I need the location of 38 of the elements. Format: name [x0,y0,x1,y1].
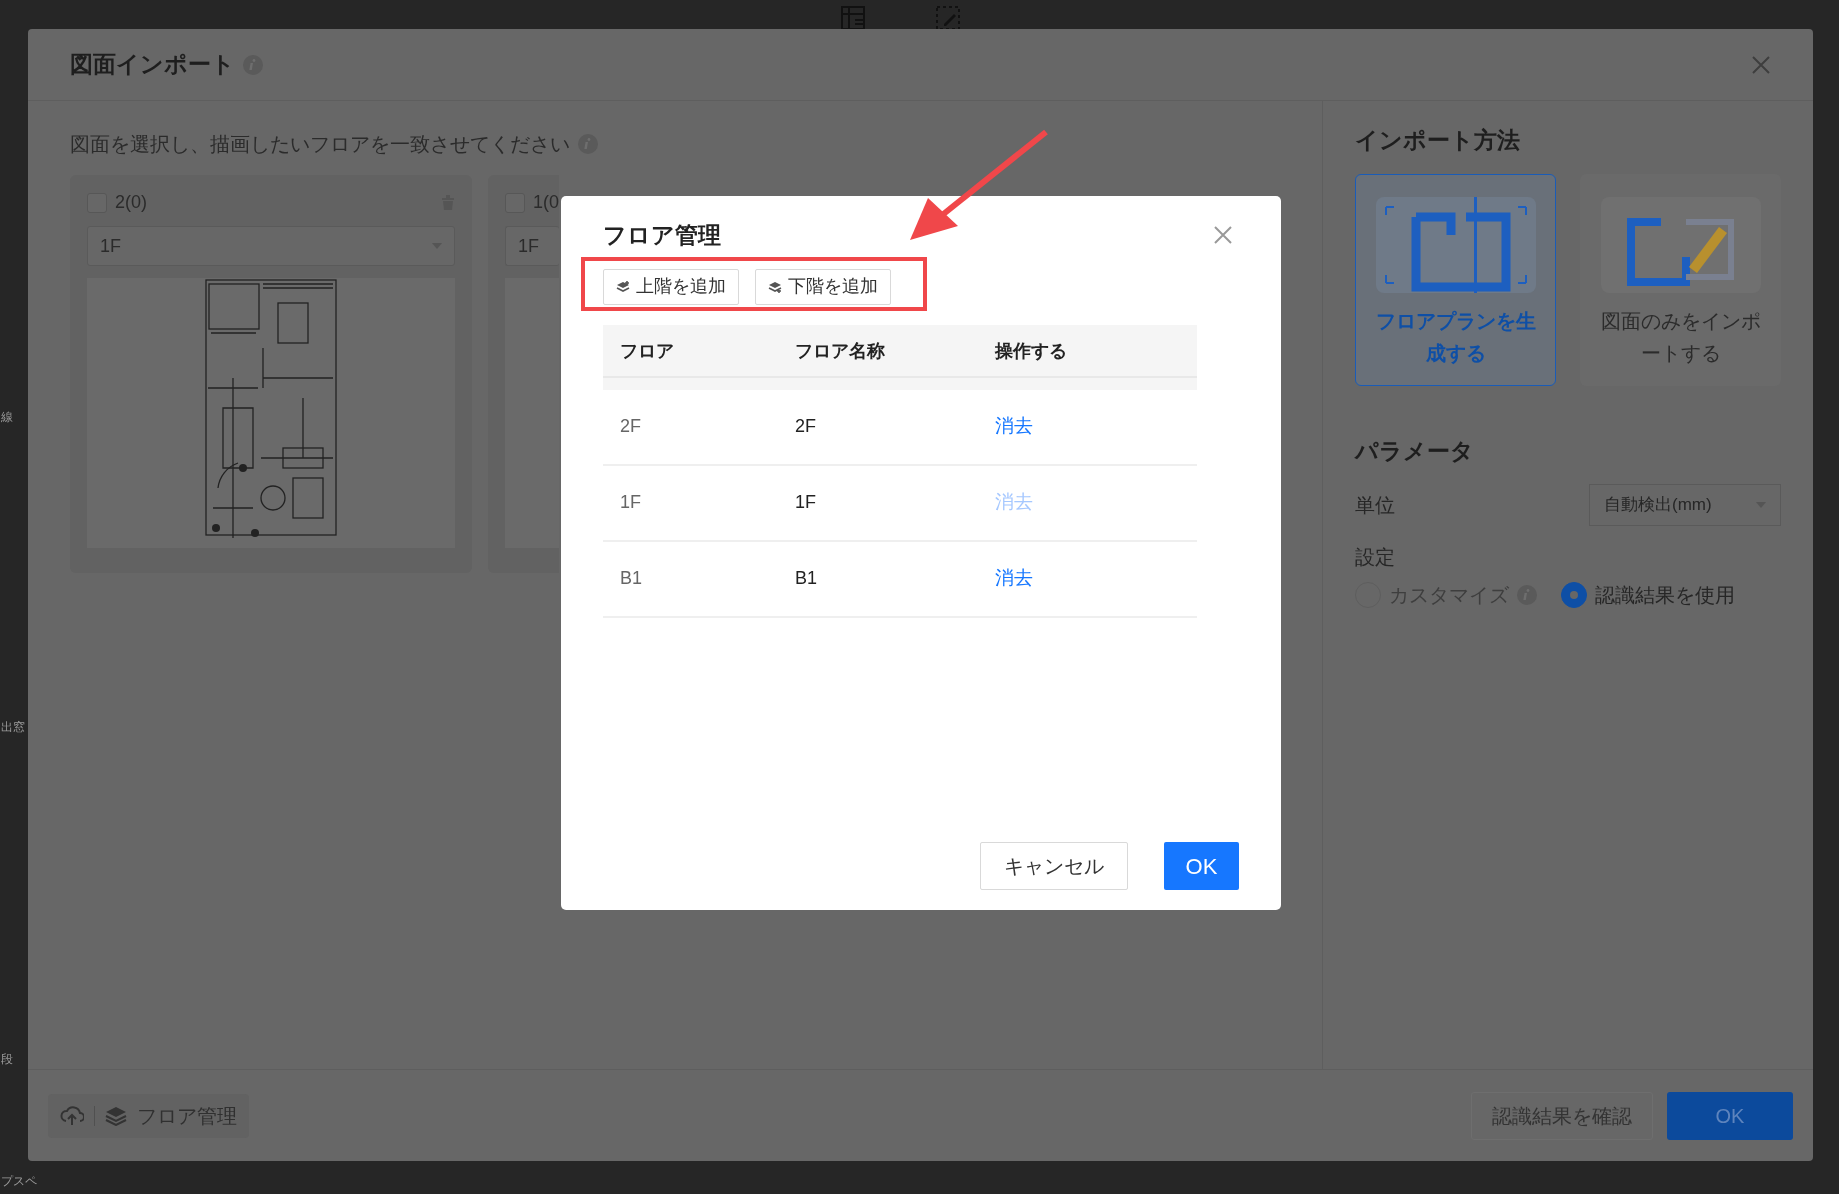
option-label: 認識結果を使用 [1595,583,1735,608]
method-card[interactable]: フロアプランを生成する [1355,173,1556,386]
column-header: 操作する [995,340,1067,361]
section-heading: インポート方法 [1355,126,1521,155]
drawing-card[interactable]: 1(0 1F [488,175,559,573]
method-label: 図面のみをインポートする [1599,308,1762,366]
side-label: 段 [1,1052,13,1066]
add-floor-button[interactable]: 上階を追加 [603,268,739,305]
instruction-text: 図面を選択し、描画したいフロアを一致させてください [70,132,570,157]
table-cell-text: 2F [795,415,816,436]
dialog-title: 図面インポート [70,50,235,80]
drawing-label: 2(0) [115,191,147,214]
ok-button[interactable]: OK [1667,1091,1793,1140]
modal-title: フロア管理 [603,221,721,250]
add-floor-button[interactable]: 下階を追加 [755,268,891,305]
side-label: プスペ [1,1174,37,1188]
floor-select[interactable]: 1F [87,226,455,266]
side-label: 出窓 [1,720,25,734]
unit-select[interactable]: 自動検出(mm) [1589,484,1781,526]
table-cell: B1 [620,568,643,588]
floor-select[interactable]: 1F [505,226,559,266]
table-cell: 2F [620,416,641,436]
ok-button[interactable]: OK [1164,842,1239,890]
column-header: フロア [620,340,674,361]
cancel-button[interactable]: キャンセル [980,842,1128,890]
column-header: フロア名称 [795,340,885,361]
unit-label: 単位 [1355,493,1395,518]
setting-label: 設定 [1355,545,1396,570]
drawing-label: 1(0 [533,191,559,214]
table-cell-text: B1 [795,567,818,588]
delete-link[interactable]: 消去 [995,412,1033,441]
side-label: 線 [1,410,13,424]
drawing-card[interactable]: 2(0) 1F [70,175,472,573]
table-cell: 1F [620,492,641,512]
section-heading: パラメータ [1355,436,1475,466]
delete-link[interactable]: 消去 [995,564,1033,593]
table-cell-text: 1F [795,491,816,512]
method-label: フロアプランを生成する [1374,308,1537,366]
